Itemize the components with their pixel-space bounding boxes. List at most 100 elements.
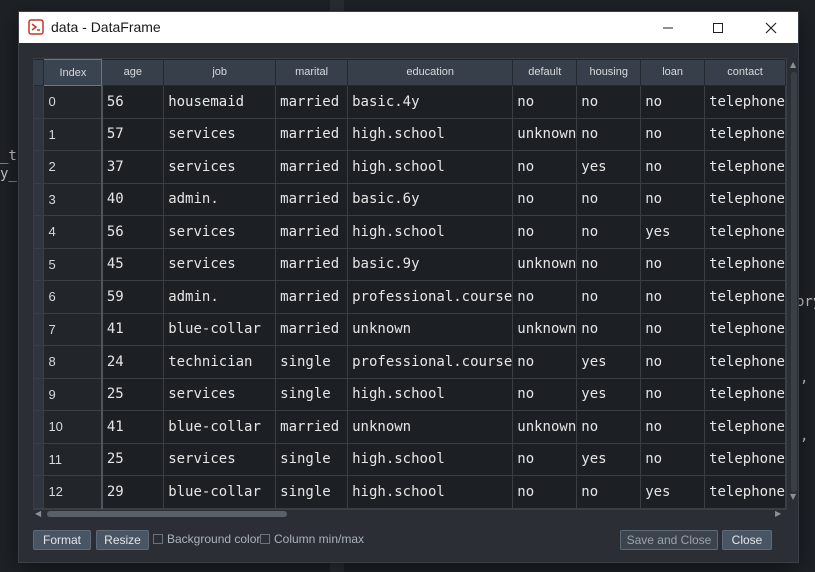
cell-marital[interactable]: married — [275, 118, 349, 151]
cell-contact[interactable]: telephone — [704, 410, 786, 444]
cell-housing[interactable]: no — [576, 475, 642, 509]
cell-education[interactable]: high.school — [347, 443, 514, 476]
cell-contact[interactable]: telephone — [704, 85, 786, 119]
cell-housing[interactable]: no — [576, 410, 642, 444]
cell-loan[interactable]: no — [640, 410, 706, 444]
cell-age[interactable]: 29 — [101, 475, 165, 509]
table-row[interactable]: 9 25 services single high.school no yes no telep… — [34, 378, 786, 411]
row-selector[interactable] — [34, 410, 45, 444]
cell-job[interactable]: technician — [163, 345, 277, 379]
cell-default[interactable]: no — [512, 85, 578, 119]
column-header-education[interactable]: education — [347, 59, 514, 86]
cell-housing[interactable]: no — [576, 118, 642, 151]
row-selector[interactable] — [34, 150, 45, 184]
column-header-index[interactable]: Index — [43, 59, 103, 86]
table-row[interactable]: 0 56 housemaid married basic.4y no no no telepho… — [34, 85, 786, 119]
row-selector[interactable] — [34, 313, 45, 346]
format-button[interactable]: Format — [33, 530, 91, 550]
row-selector[interactable] — [34, 118, 45, 151]
table-row[interactable]: 8 24 technician single professional.course no… — [34, 345, 786, 379]
cell-contact[interactable]: telephone — [704, 475, 786, 509]
table-row[interactable]: 2 37 services married high.school no yes no tele… — [34, 150, 786, 184]
column-header-marital[interactable]: marital — [275, 59, 349, 86]
row-selector[interactable] — [34, 85, 45, 119]
cell-loan[interactable]: no — [640, 150, 706, 184]
table-row[interactable]: 1 57 services married high.school unknown no no… — [34, 118, 786, 151]
cell-job[interactable]: blue-collar — [163, 475, 277, 509]
cell-contact[interactable]: telephone — [704, 378, 786, 411]
cell-loan[interactable]: no — [640, 118, 706, 151]
cell-marital[interactable]: married — [275, 280, 349, 314]
cell-loan[interactable]: no — [640, 378, 706, 411]
cell-loan[interactable]: no — [640, 280, 706, 314]
cell-job[interactable]: admin. — [163, 183, 277, 216]
column-minmax-checkbox[interactable]: Column min/max — [260, 530, 364, 548]
cell-housing[interactable]: no — [576, 85, 642, 119]
cell-index[interactable]: 5 — [43, 248, 103, 281]
cell-education[interactable]: high.school — [347, 475, 514, 509]
cell-contact[interactable]: telephone — [704, 345, 786, 379]
cell-age[interactable]: 40 — [101, 183, 165, 216]
cell-contact[interactable]: telephone — [704, 118, 786, 151]
cell-contact[interactable]: telephone — [704, 248, 786, 281]
cell-loan[interactable]: yes — [640, 475, 706, 509]
row-selector[interactable] — [34, 280, 45, 314]
save-and-close-button[interactable]: Save and Close — [620, 530, 718, 550]
cell-default[interactable]: unknown — [512, 118, 578, 151]
maximize-button[interactable] — [695, 12, 741, 43]
cell-index[interactable]: 9 — [43, 378, 103, 411]
cell-index[interactable]: 10 — [43, 410, 103, 444]
cell-age[interactable]: 24 — [101, 345, 165, 379]
cell-default[interactable]: no — [512, 183, 578, 216]
cell-index[interactable]: 3 — [43, 183, 103, 216]
cell-marital[interactable]: married — [275, 85, 349, 119]
cell-age[interactable]: 37 — [101, 150, 165, 184]
cell-age[interactable]: 41 — [101, 313, 165, 346]
cell-job[interactable]: blue-collar — [163, 313, 277, 346]
cell-job[interactable]: housemaid — [163, 85, 277, 119]
cell-job[interactable]: services — [163, 150, 277, 184]
cell-index[interactable]: 0 — [43, 85, 103, 119]
dataframe-grid[interactable]: Index age job marital education default … — [33, 58, 787, 510]
table-row[interactable]: 7 41 blue-collar married unknown unknown no no t… — [34, 313, 786, 346]
scroll-right-icon[interactable]: ▶ — [775, 509, 781, 518]
scroll-down-icon[interactable]: ▼ — [790, 492, 796, 501]
cell-housing[interactable]: yes — [576, 150, 642, 184]
row-selector[interactable] — [34, 345, 45, 379]
cell-index[interactable]: 2 — [43, 150, 103, 184]
cell-age[interactable]: 57 — [101, 118, 165, 151]
cell-marital[interactable]: married — [275, 248, 349, 281]
cell-loan[interactable]: yes — [640, 215, 706, 249]
cell-job[interactable]: admin. — [163, 280, 277, 314]
cell-marital[interactable]: single — [275, 475, 349, 509]
cell-contact[interactable]: telephone — [704, 280, 786, 314]
cell-marital[interactable]: married — [275, 410, 349, 444]
cell-age[interactable]: 56 — [101, 85, 165, 119]
cell-loan[interactable]: no — [640, 443, 706, 476]
row-selector[interactable] — [34, 183, 45, 216]
row-selector[interactable] — [34, 378, 45, 411]
table-row[interactable]: 12 29 blue-collar single high.school no no yes t… — [34, 475, 786, 509]
vertical-scroll-thumb[interactable] — [791, 72, 797, 492]
cell-contact[interactable]: telephone — [704, 183, 786, 216]
cell-contact[interactable]: telephone — [704, 313, 786, 346]
cell-marital[interactable]: single — [275, 345, 349, 379]
scroll-left-icon[interactable]: ◀ — [35, 509, 41, 518]
cell-index[interactable]: 12 — [43, 475, 103, 509]
row-selector[interactable] — [34, 215, 45, 249]
cell-education[interactable]: basic.4y — [347, 85, 514, 119]
cell-housing[interactable]: no — [576, 183, 642, 216]
cell-default[interactable]: unknown — [512, 313, 578, 346]
close-window-button[interactable] — [748, 12, 794, 43]
cell-housing[interactable]: no — [576, 313, 642, 346]
cell-job[interactable]: services — [163, 215, 277, 249]
column-header-default[interactable]: default — [512, 59, 578, 86]
cell-job[interactable]: blue-collar — [163, 410, 277, 444]
row-selector[interactable] — [34, 443, 45, 476]
table-row[interactable]: 5 45 services married basic.9y unknown no no tel… — [34, 248, 786, 281]
cell-age[interactable]: 59 — [101, 280, 165, 314]
cell-marital[interactable]: married — [275, 183, 349, 216]
column-header-housing[interactable]: housing — [576, 59, 642, 86]
cell-education[interactable]: high.school — [347, 118, 514, 151]
background-color-checkbox[interactable]: Background color — [153, 530, 260, 548]
